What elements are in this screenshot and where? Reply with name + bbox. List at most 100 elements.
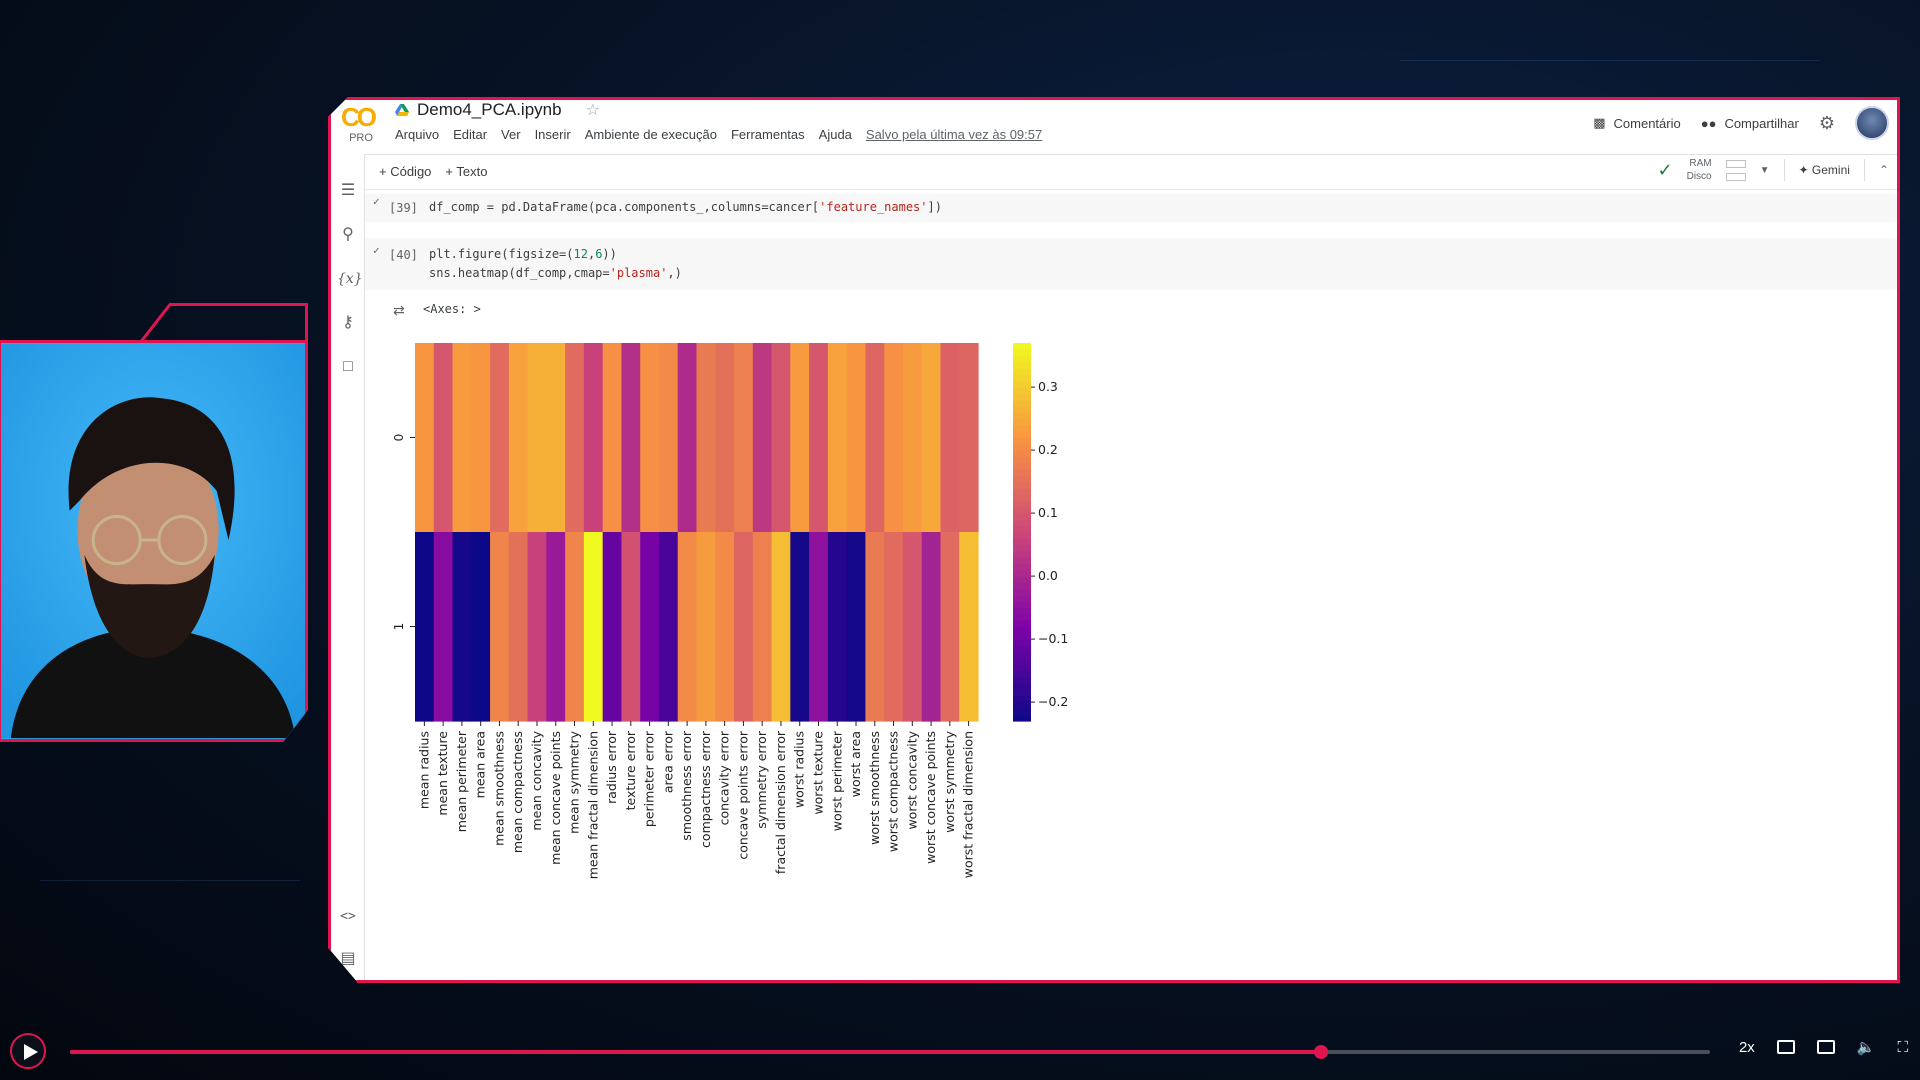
colorbar-segment bbox=[1013, 714, 1031, 722]
notebook-title[interactable]: Demo4_PCA.ipynb bbox=[417, 100, 562, 120]
gemini-button[interactable]: ✦ Gemini bbox=[1799, 163, 1850, 177]
heatmap-cell bbox=[602, 532, 623, 722]
heatmap-cell bbox=[546, 532, 566, 722]
search-icon[interactable]: ⚲ bbox=[337, 224, 359, 246]
code-text: sns.heatmap(df_comp,cmap= bbox=[429, 266, 610, 280]
heatmap-cell bbox=[771, 343, 791, 533]
x-tick-label: mean concave points bbox=[548, 731, 563, 865]
heatmap-cell bbox=[959, 532, 979, 722]
heatmap-cell bbox=[940, 343, 960, 533]
colorbar-segment bbox=[1013, 601, 1031, 609]
background-line bbox=[40, 880, 300, 881]
heatmap-cell bbox=[734, 532, 754, 722]
fullscreen-icon[interactable]: ⛶ bbox=[1897, 1039, 1908, 1056]
comment-button[interactable]: ▩ Comentário bbox=[1593, 115, 1681, 131]
colorbar-segment bbox=[1013, 519, 1031, 527]
star-icon[interactable]: ☆ bbox=[586, 100, 600, 120]
x-tick-label: mean radius bbox=[416, 731, 431, 809]
progress-thumb[interactable] bbox=[1314, 1045, 1329, 1059]
colorbar-segment bbox=[1013, 368, 1031, 376]
colorbar-segment bbox=[1013, 494, 1031, 502]
heatmap-cell bbox=[827, 343, 848, 533]
heatmap-cell bbox=[565, 532, 585, 722]
x-tick-label: symmetry error bbox=[754, 730, 769, 828]
output-menu-icon[interactable]: ⇄ bbox=[393, 302, 405, 319]
code-cell[interactable]: ✓ [39] df_comp = pd.DataFrame(pca.compon… bbox=[365, 194, 1897, 222]
code-snippets-icon[interactable]: <> bbox=[337, 906, 359, 928]
share-button[interactable]: ●● Compartilhar bbox=[1701, 116, 1799, 131]
volume-icon[interactable]: 🔈 bbox=[1857, 1038, 1876, 1056]
x-tick-label: worst compactness bbox=[886, 731, 901, 852]
connected-check-icon: ✓ bbox=[1657, 159, 1673, 180]
executed-check-icon: ✓ bbox=[373, 195, 380, 208]
colorbar-segment bbox=[1013, 702, 1031, 709]
gear-icon[interactable]: ⚙ bbox=[1819, 113, 1835, 134]
colorbar-tick-label: 0.3 bbox=[1038, 379, 1058, 394]
google-drive-icon bbox=[395, 104, 409, 116]
folder-icon[interactable]: □ bbox=[337, 356, 359, 378]
colorbar-segment bbox=[1013, 632, 1031, 640]
colorbar-segment bbox=[1013, 670, 1031, 678]
add-code-button[interactable]: + Código bbox=[379, 164, 431, 179]
notebook-toolbar: + Código + Texto ✓ RAM Disco ▼ ✦ Gemini … bbox=[365, 154, 1897, 190]
x-tick-label: worst fractal dimension bbox=[961, 731, 976, 878]
divider bbox=[1783, 159, 1785, 181]
chevron-up-icon[interactable]: ⌃ bbox=[1879, 163, 1889, 177]
heatmap-cell bbox=[734, 343, 754, 533]
captions-icon[interactable] bbox=[1776, 1040, 1795, 1054]
top-bar: CO PRO Demo4_PCA.ipynb ☆ Arquivo Editar … bbox=[331, 100, 1897, 154]
play-button[interactable] bbox=[10, 1033, 46, 1069]
menu-item[interactable]: Ferramentas bbox=[731, 127, 805, 142]
x-tick-label: mean area bbox=[473, 731, 488, 798]
menu-item[interactable]: Ajuda bbox=[819, 127, 852, 142]
colorbar-segment bbox=[1013, 462, 1031, 470]
menu-bar: Arquivo Editar Ver Inserir Ambiente de e… bbox=[395, 127, 1042, 142]
menu-item[interactable]: Inserir bbox=[535, 127, 571, 142]
menu-item[interactable]: Arquivo bbox=[395, 127, 439, 142]
colorbar-segment bbox=[1013, 412, 1031, 420]
heatmap-cell bbox=[583, 532, 604, 722]
colorbar-segment bbox=[1013, 437, 1031, 445]
resource-labels[interactable]: RAM Disco bbox=[1687, 157, 1712, 183]
heatmap-cell bbox=[790, 532, 810, 722]
menu-item[interactable]: Ambiente de execução bbox=[585, 127, 717, 142]
colab-logo[interactable]: CO PRO bbox=[341, 104, 381, 146]
code-text: ]) bbox=[927, 200, 942, 214]
picture-in-picture-icon[interactable] bbox=[1816, 1040, 1835, 1054]
progress-track[interactable] bbox=[70, 1045, 1710, 1059]
colorbar-segment bbox=[1013, 418, 1031, 426]
heatmap-cell bbox=[677, 532, 698, 722]
avatar[interactable] bbox=[1855, 106, 1889, 140]
heatmap-cell bbox=[658, 343, 679, 533]
speed-button[interactable]: 2x bbox=[1739, 1039, 1755, 1056]
code-text: plt.figure(figsize=( bbox=[429, 247, 574, 261]
x-tick-label: worst area bbox=[848, 731, 863, 797]
key-icon[interactable]: ⚷ bbox=[337, 312, 359, 334]
heatmap-cell bbox=[508, 532, 529, 722]
chevron-down-icon[interactable]: ▼ bbox=[1760, 165, 1770, 176]
last-saved-link[interactable]: Salvo pela última vez às 09:57 bbox=[866, 127, 1042, 142]
table-of-contents-icon[interactable]: ☰ bbox=[337, 180, 359, 202]
terminal-icon[interactable]: ▤ bbox=[337, 948, 359, 970]
colorbar-segment bbox=[1013, 481, 1031, 489]
heatmap-cell bbox=[827, 532, 848, 722]
heatmap-cell bbox=[621, 343, 641, 533]
menu-item[interactable]: Editar bbox=[453, 127, 487, 142]
heatmap-cell bbox=[452, 343, 472, 533]
code-line: sns.heatmap(df_comp,cmap='plasma',) bbox=[429, 266, 682, 280]
colorbar-segment bbox=[1013, 525, 1031, 533]
colorbar-segment bbox=[1013, 380, 1031, 388]
heatmap-cell bbox=[565, 343, 585, 533]
executed-check-icon: ✓ bbox=[373, 244, 380, 257]
left-sidebar: ☰ ⚲ {x} ⚷ □ <> ▤ bbox=[331, 154, 365, 980]
colorbar-segment bbox=[1013, 506, 1031, 514]
code-cell[interactable]: ✓ [40] plt.figure(figsize=(12,6)) sns.he… bbox=[365, 238, 1897, 290]
heatmap-cell bbox=[715, 532, 735, 722]
variables-icon[interactable]: {x} bbox=[337, 268, 363, 290]
heatmap-cell bbox=[865, 343, 885, 533]
heatmap-cell bbox=[658, 532, 679, 722]
add-text-button[interactable]: + Texto bbox=[445, 164, 487, 179]
colorbar-tick-label: 0.1 bbox=[1038, 505, 1058, 520]
code-string: 'plasma' bbox=[609, 266, 668, 280]
menu-item[interactable]: Ver bbox=[501, 127, 521, 142]
